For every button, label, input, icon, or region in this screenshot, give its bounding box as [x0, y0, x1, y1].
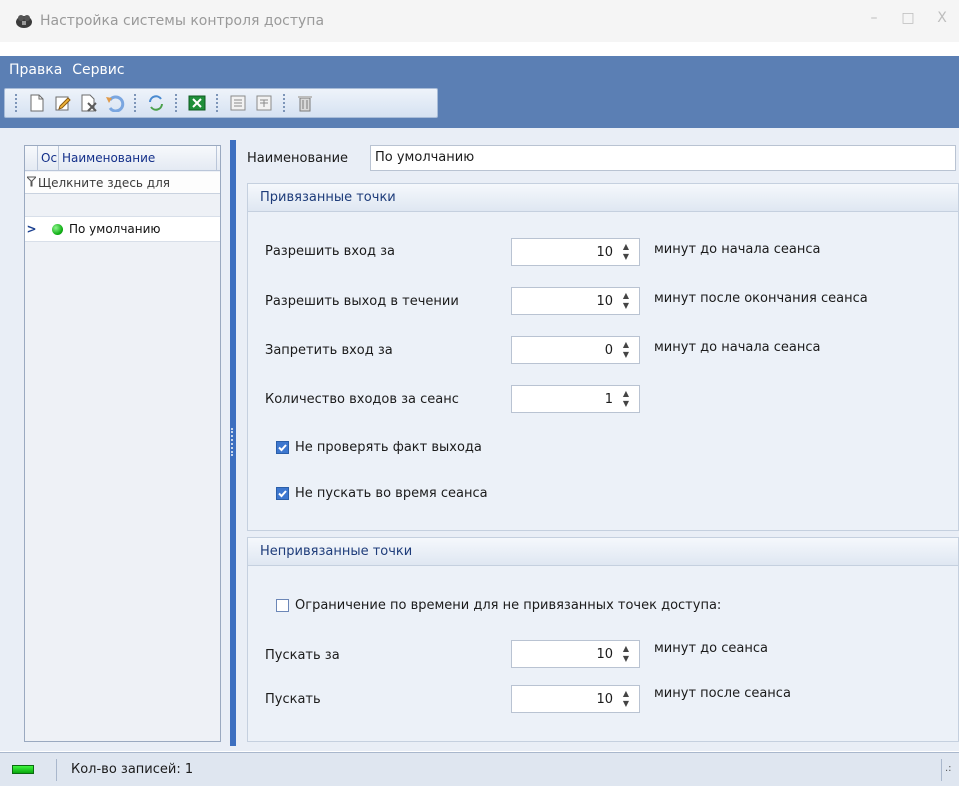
block-during-session-checkbox[interactable]: Не пускать во время сеанса [276, 486, 488, 501]
deny-entry-label: Запретить вход за [265, 343, 393, 358]
toolbar-separator [216, 94, 219, 112]
allow-exit-label: Разрешить выход в течении [265, 294, 459, 309]
toolbar-separator [134, 94, 137, 112]
spinner-arrows-icon[interactable]: ▲ ▼ [621, 644, 631, 664]
unbound-points-header: Непривязанные точки [248, 538, 958, 566]
collapse-icon[interactable] [227, 92, 249, 114]
toolbar-separator [283, 94, 286, 112]
menu-edit[interactable]: Правка [4, 62, 67, 78]
toolbar-grip[interactable] [15, 94, 18, 112]
menu-bar: Правка Сервис [0, 56, 959, 84]
bound-points-header: Привязанные точки [248, 184, 958, 212]
time-limit-checkbox[interactable]: Ограничение по времени для не привязанны… [276, 598, 721, 613]
row-indicator-icon: > [26, 222, 37, 236]
trash-icon[interactable] [294, 92, 316, 114]
allow-exit-suffix: минут после окончания сеанса [654, 291, 868, 306]
title-bar: Настройка системы контроля доступа – □ X [0, 0, 959, 42]
allow-entry-label: Разрешить вход за [265, 244, 395, 259]
status-ok-icon [12, 765, 34, 774]
minimize-button[interactable]: – [857, 10, 891, 26]
window-title: Настройка системы контроля доступа [40, 13, 325, 29]
filter-placeholder: Щелкните здесь для [38, 175, 170, 190]
grid-header: Ос Наименование [25, 146, 220, 171]
block-during-session-label: Не пускать во время сеанса [295, 486, 488, 501]
name-label: Наименование [247, 150, 349, 166]
entries-count-spinner[interactable]: 1 ▲ ▼ [511, 385, 640, 413]
row-name: По умолчанию [69, 222, 161, 236]
edit-icon[interactable] [52, 92, 74, 114]
toolbar-separator [175, 94, 178, 112]
app-icon [14, 12, 34, 30]
allow-entry-suffix: минут до начала сеанса [654, 242, 821, 257]
column-header-status[interactable]: Ос [38, 146, 59, 170]
allow-after-suffix: минут после сеанса [654, 686, 791, 701]
maximize-button[interactable]: □ [891, 10, 925, 26]
filter-icon [25, 176, 38, 190]
close-button[interactable]: X [925, 10, 959, 26]
resize-grip-icon[interactable]: .: [941, 759, 955, 781]
deny-entry-spinner[interactable]: 0 ▲ ▼ [511, 336, 640, 364]
allow-exit-spinner[interactable]: 10 ▲ ▼ [511, 287, 640, 315]
status-green-icon [52, 223, 63, 235]
allow-after-label: Пускать [265, 692, 321, 707]
allow-before-spinner[interactable]: 10 ▲ ▼ [511, 640, 640, 668]
records-count: Кол-во записей: 1 [71, 762, 194, 777]
time-limit-label: Ограничение по времени для не привязанны… [295, 598, 722, 613]
status-bar: Кол-во записей: 1 .: [0, 752, 959, 786]
excel-export-icon[interactable] [186, 92, 208, 114]
checkbox-checked-icon[interactable] [276, 487, 289, 500]
checkbox-unchecked-icon[interactable] [276, 599, 289, 612]
spinner-arrows-icon[interactable]: ▲ ▼ [621, 689, 631, 709]
expand-icon[interactable] [253, 92, 275, 114]
new-icon[interactable] [26, 92, 48, 114]
menu-service[interactable]: Сервис [67, 62, 129, 78]
allow-before-label: Пускать за [265, 648, 340, 663]
records-grid[interactable]: Ос Наименование Щелкните здесь для > По … [24, 145, 221, 742]
refresh-icon[interactable] [145, 92, 167, 114]
allow-after-spinner[interactable]: 10 ▲ ▼ [511, 685, 640, 713]
toolbar [4, 88, 438, 118]
checkbox-checked-icon[interactable] [276, 441, 289, 454]
undo-icon[interactable] [104, 92, 126, 114]
splitter-grip[interactable] [231, 428, 235, 456]
allow-before-suffix: минут до сеанса [654, 641, 768, 656]
delete-icon[interactable] [78, 92, 100, 114]
no-exit-check-checkbox[interactable]: Не проверять факт выхода [276, 440, 482, 455]
no-exit-check-label: Не проверять факт выхода [295, 440, 482, 455]
spinner-arrows-icon[interactable]: ▲ ▼ [621, 242, 631, 262]
column-header-name[interactable]: Наименование [59, 146, 217, 170]
spinner-arrows-icon[interactable]: ▲ ▼ [621, 291, 631, 311]
spinner-arrows-icon[interactable]: ▲ ▼ [621, 340, 631, 360]
grid-filter-row[interactable]: Щелкните здесь для [25, 172, 220, 194]
name-input[interactable]: По умолчанию [370, 145, 956, 171]
table-row[interactable]: > По умолчанию [25, 216, 220, 242]
entries-count-label: Количество входов за сеанс [265, 392, 459, 407]
spinner-arrows-icon[interactable]: ▲ ▼ [621, 389, 631, 409]
deny-entry-suffix: минут до начала сеанса [654, 340, 821, 355]
allow-entry-spinner[interactable]: 10 ▲ ▼ [511, 238, 640, 266]
toolbar-band [0, 84, 959, 128]
